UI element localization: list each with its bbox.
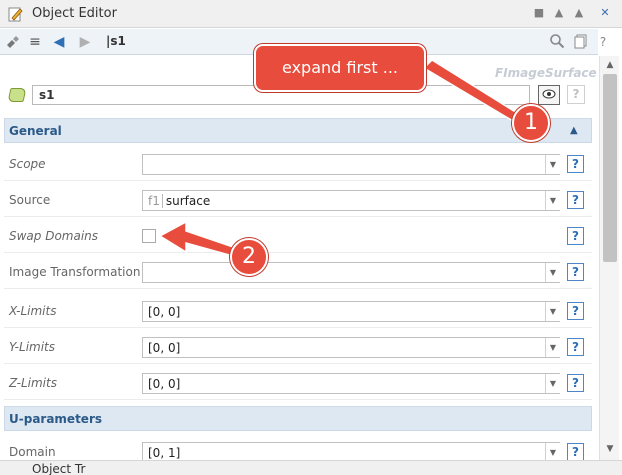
property-row-image-transformation: Image Transformation ▼ ? — [4, 255, 592, 289]
back-arrow-icon[interactable]: ◀ — [50, 33, 68, 51]
scroll-down-icon[interactable]: ▼ — [603, 442, 617, 456]
domain-field[interactable]: [0, 1] — [142, 442, 560, 460]
scope-field[interactable] — [142, 154, 560, 175]
collapse-chevron-icon[interactable]: ▲ — [570, 125, 578, 136]
y-limits-field[interactable]: [0, 0] — [142, 337, 560, 358]
help-icon[interactable]: ? — [594, 33, 612, 51]
property-label: X-Limits — [9, 304, 57, 318]
help-button[interactable]: ? — [567, 263, 584, 281]
dropdown-arrow-icon[interactable]: ▼ — [545, 443, 560, 460]
dropdown-arrow-icon[interactable]: ▼ — [545, 374, 560, 393]
property-row-source: Source f1 surface ▼ ? — [4, 183, 592, 217]
property-row-swap-domains: Swap Domains ? — [4, 219, 592, 253]
close-icon[interactable]: ✕ — [598, 6, 612, 20]
property-label: Scope — [9, 157, 46, 171]
search-icon[interactable] — [548, 33, 566, 51]
help-button[interactable]: ? — [567, 374, 584, 392]
help-button[interactable]: ? — [567, 191, 584, 209]
x-limits-field[interactable]: [0, 0] — [142, 301, 560, 322]
dropdown-arrow-icon[interactable]: ▼ — [545, 302, 560, 321]
property-label: Z-Limits — [9, 376, 57, 390]
dropdown-arrow-icon[interactable]: ▼ — [545, 338, 560, 357]
annotation-badge-2: 2 — [230, 238, 268, 276]
dropdown-arrow-icon[interactable]: ▼ — [545, 263, 560, 282]
dropdown-arrow-icon[interactable]: ▼ — [545, 155, 560, 174]
property-row-x-limits: X-Limits [0, 0] ▼ ? — [4, 294, 592, 328]
property-label: Y-Limits — [9, 340, 56, 354]
vertical-scrollbar[interactable]: ▲ ▼ — [599, 56, 619, 460]
property-label: Domain — [9, 445, 56, 459]
collapse-up-icon[interactable]: ▲ — [552, 6, 566, 20]
object-tree-title: Object Tr — [32, 462, 86, 475]
property-row-z-limits: Z-Limits [0, 0] ▼ ? — [4, 366, 592, 400]
source-field[interactable]: f1 surface — [142, 190, 560, 211]
eye-icon — [542, 89, 556, 99]
property-row-scope: Scope ▼ ? — [4, 147, 592, 181]
property-label: Swap Domains — [9, 229, 99, 243]
window-title: Object Editor — [32, 6, 117, 21]
z-limits-field[interactable]: [0, 0] — [142, 373, 560, 394]
property-row-domain: Domain [0, 1] ▼ ? — [4, 435, 592, 460]
scrollbar-thumb[interactable] — [603, 74, 617, 262]
object-help-button[interactable]: ? — [567, 85, 585, 104]
property-panel: FImageSurface s1 ? General ▲ Scope ▼ ? S… — [0, 56, 598, 460]
object-path: |s1 — [106, 34, 126, 48]
help-button[interactable]: ? — [567, 227, 584, 245]
class-name-label: FImageSurface — [495, 66, 597, 80]
property-row-y-limits: Y-Limits [0, 0] ▼ ? — [4, 330, 592, 364]
help-button[interactable]: ? — [567, 155, 584, 173]
help-button[interactable]: ? — [567, 338, 584, 356]
scroll-up-icon[interactable]: ▲ — [603, 58, 617, 72]
pin-icon[interactable]: ▲ — [572, 6, 586, 20]
swap-domains-checkbox[interactable] — [142, 229, 156, 243]
property-label: Image Transformation — [9, 265, 141, 279]
list-icon[interactable]: ≡ — [26, 33, 44, 51]
source-prefix: f1 — [148, 194, 163, 208]
surface-object-icon — [7, 88, 27, 102]
section-u-parameters[interactable]: U-parameters — [4, 406, 592, 431]
forward-arrow-icon[interactable]: ▶ — [76, 33, 94, 51]
property-label: Source — [9, 193, 51, 207]
title-bar: Object Editor ■ ▲ ▲ ✕ — [0, 0, 622, 28]
section-general[interactable]: General ▲ — [4, 118, 592, 143]
pencil-icon — [8, 7, 23, 22]
section-u-parameters-label: U-parameters — [9, 412, 103, 426]
minimize-icon[interactable]: ■ — [532, 6, 546, 20]
object-tree-panel-header[interactable]: Object Tr — [0, 460, 622, 475]
visibility-toggle[interactable] — [538, 85, 560, 105]
annotation-callout: expand first ... — [254, 44, 426, 92]
help-button[interactable]: ? — [567, 443, 584, 460]
section-general-label: General — [9, 124, 62, 138]
dropdown-arrow-icon[interactable]: ▼ — [545, 191, 560, 210]
copy-icon[interactable] — [572, 33, 590, 51]
annotation-badge-1: 1 — [512, 104, 550, 142]
satellite-icon[interactable] — [4, 33, 22, 51]
help-button[interactable]: ? — [567, 302, 584, 320]
image-transformation-field[interactable] — [142, 262, 560, 283]
